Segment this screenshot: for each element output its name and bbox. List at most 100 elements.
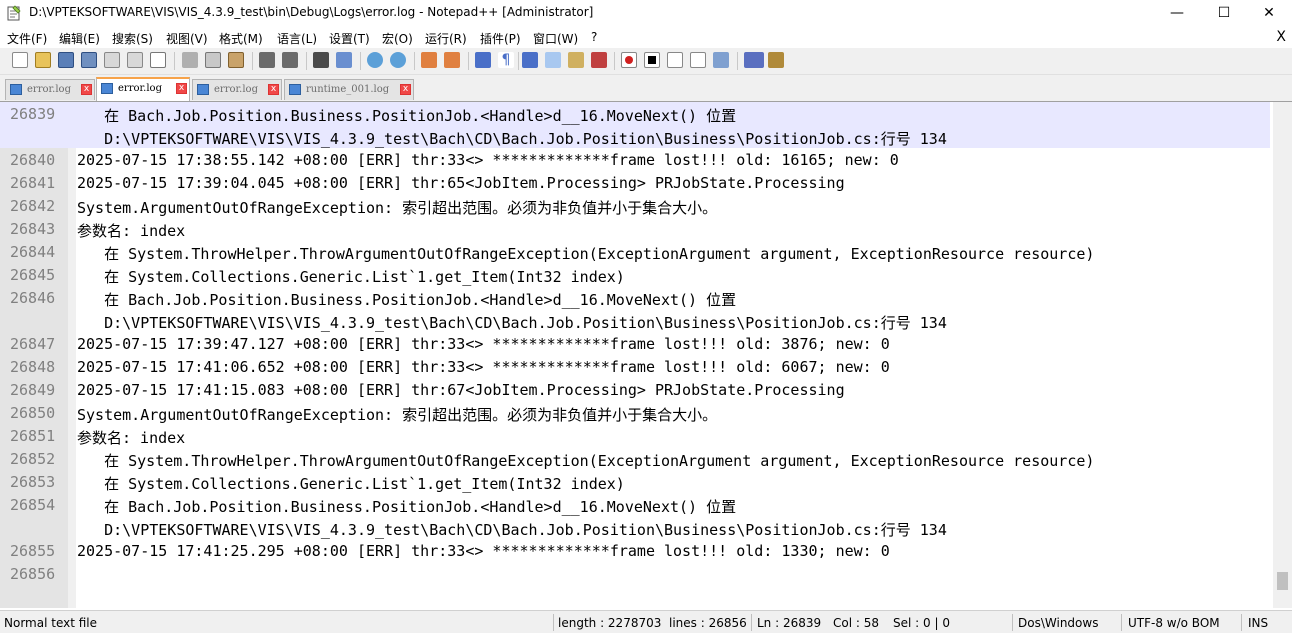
copy-icon[interactable] xyxy=(205,52,221,68)
editor-line[interactable]: D:\VPTEKSOFTWARE\VIS\VIS_4.3.9_test\Bach… xyxy=(0,516,1270,539)
new-file-icon[interactable] xyxy=(12,52,28,68)
line-text[interactable]: 在 System.ThrowHelper.ThrowArgumentOutOfR… xyxy=(77,450,1094,471)
minimize-button[interactable]: — xyxy=(1154,0,1200,26)
editor-line[interactable]: 26848 2025-07-15 17:41:06.652 +08:00 [ERR… xyxy=(0,355,1270,378)
editor-line[interactable]: 26855 2025-07-15 17:41:25.295 +08:00 [ERR… xyxy=(0,539,1270,562)
line-text[interactable]: 2025-07-15 17:39:47.127 +08:00 [ERR] thr… xyxy=(77,335,890,353)
menu-format[interactable]: 格式(M) xyxy=(219,30,263,47)
run-macro-multiple-icon[interactable] xyxy=(690,52,706,68)
paste-icon[interactable] xyxy=(228,52,244,68)
editor-line[interactable]: 26851 参数名: index xyxy=(0,424,1270,447)
line-text[interactable]: System.ArgumentOutOfRangeException: 索引超出… xyxy=(77,197,717,218)
sync-horizontal-icon[interactable] xyxy=(444,52,460,68)
menu-help[interactable]: ? xyxy=(591,30,597,44)
stop-recording-icon[interactable] xyxy=(644,52,660,68)
zoom-in-icon[interactable] xyxy=(367,52,383,68)
line-text[interactable]: 在 Bach.Job.Position.Business.PositionJob… xyxy=(77,105,736,126)
save-macro-icon[interactable] xyxy=(713,52,729,68)
redo-icon[interactable] xyxy=(282,52,298,68)
tab-close-icon[interactable]: x xyxy=(81,84,92,95)
plugin-icon[interactable] xyxy=(768,52,784,68)
line-text[interactable]: 在 Bach.Job.Position.Business.PositionJob… xyxy=(77,289,736,310)
editor-line[interactable]: 26840 2025-07-15 17:38:55.142 +08:00 [ERR… xyxy=(0,148,1270,171)
function-list-icon[interactable] xyxy=(591,52,607,68)
line-text[interactable]: 2025-07-15 17:41:25.295 +08:00 [ERR] thr… xyxy=(77,542,890,560)
line-text[interactable]: 在 System.Collections.Generic.List`1.get_… xyxy=(77,473,625,494)
editor-line[interactable]: 26856 xyxy=(0,562,1270,585)
document-map-icon[interactable] xyxy=(568,52,584,68)
editor-line[interactable]: 26852 在 System.ThrowHelper.ThrowArgument… xyxy=(0,447,1270,470)
editor-line[interactable]: 26850 System.ArgumentOutOfRangeException:… xyxy=(0,401,1270,424)
editor-line[interactable]: D:\VPTEKSOFTWARE\VIS\VIS_4.3.9_test\Bach… xyxy=(0,125,1270,148)
line-text[interactable]: 参数名: index xyxy=(77,220,185,241)
editor-line[interactable]: 26846 在 Bach.Job.Position.Business.Posit… xyxy=(0,286,1270,309)
undo-icon[interactable] xyxy=(259,52,275,68)
replace-icon[interactable] xyxy=(336,52,352,68)
editor-line[interactable]: 26841 2025-07-15 17:39:04.045 +08:00 [ERR… xyxy=(0,171,1270,194)
tab-error-log-2[interactable]: error.log x xyxy=(96,77,190,101)
tab-runtime-log[interactable]: runtime_001.log x xyxy=(284,79,414,100)
menu-plugins[interactable]: 插件(P) xyxy=(480,30,521,47)
record-macro-icon[interactable] xyxy=(621,52,637,68)
playback-macro-icon[interactable] xyxy=(667,52,683,68)
tab-error-log-1[interactable]: error.log x xyxy=(5,79,95,100)
save-icon[interactable] xyxy=(58,52,74,68)
show-all-characters-icon[interactable]: ¶ xyxy=(498,52,514,68)
sync-vertical-icon[interactable] xyxy=(421,52,437,68)
text-editor[interactable]: 26839 在 Bach.Job.Position.Business.Posit… xyxy=(0,102,1292,608)
save-all-icon[interactable] xyxy=(81,52,97,68)
menu-edit[interactable]: 编辑(E) xyxy=(59,30,100,47)
editor-line[interactable]: 26843 参数名: index xyxy=(0,217,1270,240)
word-wrap-icon[interactable] xyxy=(475,52,491,68)
line-text[interactable]: 在 Bach.Job.Position.Business.PositionJob… xyxy=(77,496,736,517)
line-text[interactable]: D:\VPTEKSOFTWARE\VIS\VIS_4.3.9_test\Bach… xyxy=(77,128,947,149)
menu-file[interactable]: 文件(F) xyxy=(7,30,47,47)
close-file-icon[interactable] xyxy=(104,52,120,68)
menu-search[interactable]: 搜索(S) xyxy=(112,30,153,47)
editor-line[interactable]: 26849 2025-07-15 17:41:15.083 +08:00 [ERR… xyxy=(0,378,1270,401)
line-text[interactable]: 在 System.Collections.Generic.List`1.get_… xyxy=(77,266,625,287)
print-icon[interactable] xyxy=(150,52,166,68)
maximize-button[interactable]: ☐ xyxy=(1201,0,1247,26)
find-icon[interactable] xyxy=(313,52,329,68)
tab-close-icon[interactable]: x xyxy=(400,84,411,95)
line-text[interactable]: D:\VPTEKSOFTWARE\VIS\VIS_4.3.9_test\Bach… xyxy=(77,519,947,540)
line-text[interactable]: 2025-07-15 17:41:06.652 +08:00 [ERR] thr… xyxy=(77,358,890,376)
menu-macro[interactable]: 宏(O) xyxy=(382,30,413,47)
menu-settings[interactable]: 设置(T) xyxy=(329,30,370,47)
editor-line[interactable]: D:\VPTEKSOFTWARE\VIS\VIS_4.3.9_test\Bach… xyxy=(0,309,1270,332)
editor-line[interactable]: 26839 在 Bach.Job.Position.Business.Posit… xyxy=(0,102,1270,125)
line-text[interactable]: System.ArgumentOutOfRangeException: 索引超出… xyxy=(77,404,717,425)
line-text[interactable]: 在 System.ThrowHelper.ThrowArgumentOutOfR… xyxy=(77,243,1094,264)
define-language-icon[interactable] xyxy=(545,52,561,68)
menu-run[interactable]: 运行(R) xyxy=(425,30,467,47)
line-text[interactable]: 2025-07-15 17:41:15.083 +08:00 [ERR] thr… xyxy=(77,381,845,399)
tab-close-icon[interactable]: x xyxy=(268,84,279,95)
vertical-scrollbar[interactable] xyxy=(1273,102,1292,608)
editor-line[interactable]: 26854 在 Bach.Job.Position.Business.Posit… xyxy=(0,493,1270,516)
menu-window[interactable]: 窗口(W) xyxy=(533,30,578,47)
close-all-icon[interactable] xyxy=(127,52,143,68)
editor-line[interactable]: 26853 在 System.Collections.Generic.List`… xyxy=(0,470,1270,493)
line-text[interactable]: 参数名: index xyxy=(77,427,185,448)
indent-guide-icon[interactable] xyxy=(522,52,538,68)
close-window-button[interactable]: ✕ xyxy=(1246,0,1292,26)
toolbar-separator xyxy=(737,52,738,70)
editor-line[interactable]: 26847 2025-07-15 17:39:47.127 +08:00 [ERR… xyxy=(0,332,1270,355)
scrollbar-thumb[interactable] xyxy=(1277,572,1288,590)
close-document-button[interactable]: X xyxy=(1276,29,1286,45)
editor-line[interactable]: 26842 System.ArgumentOutOfRangeException:… xyxy=(0,194,1270,217)
line-text[interactable]: 2025-07-15 17:38:55.142 +08:00 [ERR] thr… xyxy=(77,151,899,169)
zoom-out-icon[interactable] xyxy=(390,52,406,68)
cut-icon[interactable] xyxy=(182,52,198,68)
editor-line[interactable]: 26844 在 System.ThrowHelper.ThrowArgument… xyxy=(0,240,1270,263)
menu-language[interactable]: 语言(L) xyxy=(277,30,317,47)
tab-close-icon[interactable]: x xyxy=(176,83,187,94)
line-text[interactable]: D:\VPTEKSOFTWARE\VIS\VIS_4.3.9_test\Bach… xyxy=(77,312,947,333)
editor-line[interactable]: 26845 在 System.Collections.Generic.List`… xyxy=(0,263,1270,286)
line-text[interactable]: 2025-07-15 17:39:04.045 +08:00 [ERR] thr… xyxy=(77,174,845,192)
spell-check-icon[interactable] xyxy=(744,52,764,68)
open-file-icon[interactable] xyxy=(35,52,51,68)
tab-error-log-3[interactable]: error.log x xyxy=(192,79,282,100)
menu-view[interactable]: 视图(V) xyxy=(166,30,208,47)
